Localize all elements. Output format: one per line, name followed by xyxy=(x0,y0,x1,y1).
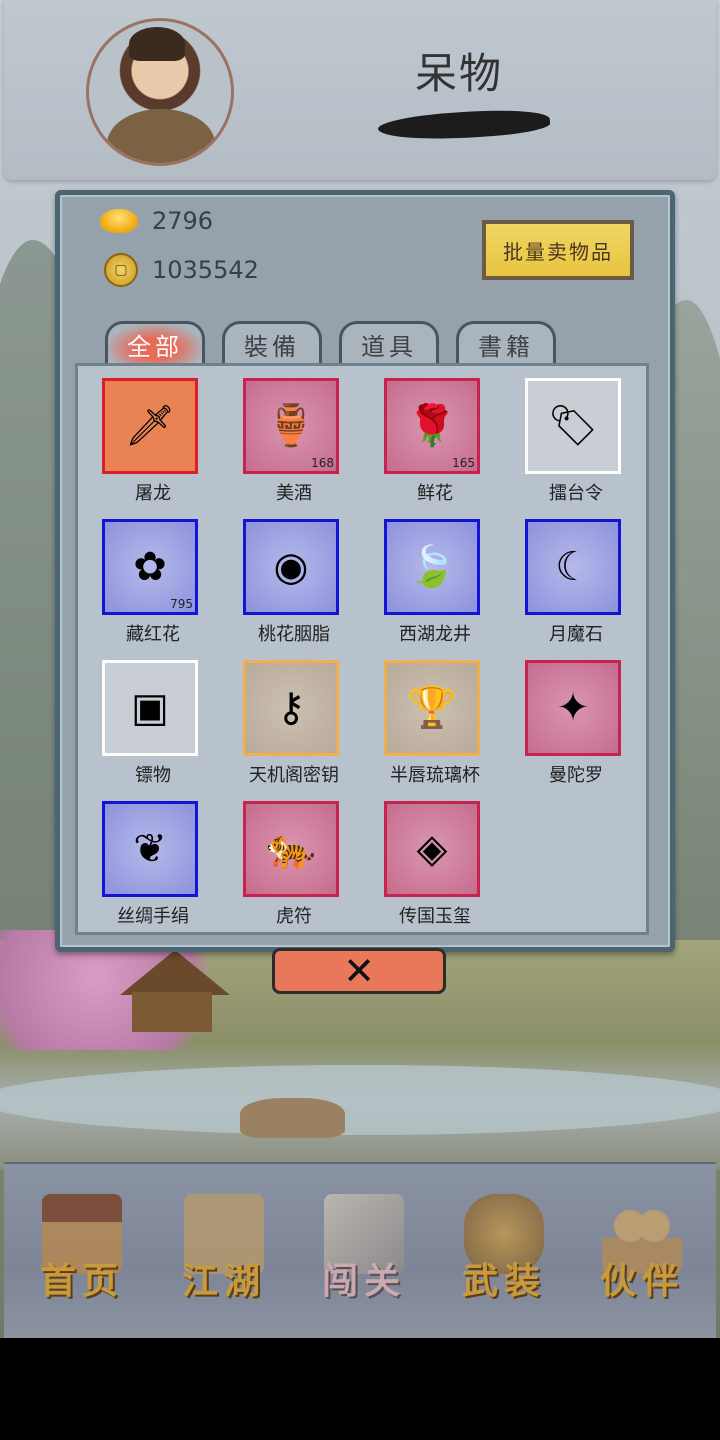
inventory-item[interactable]: 🌹 165 鲜花 xyxy=(384,378,480,504)
coin-row: ▢ 1035542 xyxy=(100,253,259,287)
item-name: 藏红花 xyxy=(126,624,180,645)
inventory-item[interactable]: 🏺 168 美酒 xyxy=(243,378,339,504)
token-icon: 🏷 xyxy=(547,403,599,449)
cup-icon: 🏆 xyxy=(407,685,457,731)
inventory-item[interactable]: 🍃 西湖龙井 xyxy=(384,519,480,645)
nav-armory[interactable]: 武装 xyxy=(444,1184,564,1324)
box-icon: ▣ xyxy=(131,685,169,731)
sword-icon: 🗡 xyxy=(124,403,176,449)
rose-icon: 🌹 xyxy=(407,403,457,449)
tab-all[interactable]: 全部 xyxy=(105,321,205,365)
nav-companions[interactable]: 伙伴 xyxy=(582,1184,702,1324)
item-name: 屠龙 xyxy=(135,483,171,504)
item-name: 镖物 xyxy=(135,765,171,786)
nav-challenge-label: 闯关 xyxy=(321,1260,406,1302)
nav-armory-label: 武装 xyxy=(461,1260,546,1302)
close-button[interactable]: ✕ xyxy=(272,948,446,994)
coin-value: 1035542 xyxy=(152,256,259,284)
flower-icon: ✿ xyxy=(133,544,167,590)
item-name: 虎符 xyxy=(276,906,312,927)
silk-icon: ❦ xyxy=(133,826,167,872)
item-quantity: 795 xyxy=(170,597,193,611)
player-header: 呆物 xyxy=(4,0,716,180)
background-river xyxy=(0,1065,720,1135)
tea-icon: 🍃 xyxy=(407,544,457,590)
inventory-tabs: 全部 裝備 道具 書籍 xyxy=(105,321,573,365)
inventory-item[interactable]: ◈ 传国玉玺 xyxy=(384,801,480,927)
inventory-item[interactable]: 🏆 半唇琉璃杯 xyxy=(384,660,480,786)
key-icon: ⚷ xyxy=(276,685,306,731)
nav-home[interactable]: 首页 xyxy=(22,1184,142,1324)
inventory-item[interactable]: ✿ 795 藏红花 xyxy=(102,519,198,645)
item-name: 擂台令 xyxy=(549,483,603,504)
item-quantity: 168 xyxy=(311,456,334,470)
crystal-flower-icon: ✦ xyxy=(556,685,590,731)
game-screen: 呆物 2796 ▢ 1035542 批量卖物品 全部 裝備 道具 書籍 🗡 屠龙 🏺… xyxy=(0,0,720,1338)
tab-equipment[interactable]: 裝備 xyxy=(222,321,322,365)
inventory-item[interactable]: 🗡 屠龙 xyxy=(102,378,198,504)
gold-ingot-value: 2796 xyxy=(152,207,214,235)
inventory-item[interactable]: ❦ 丝绸手绢 xyxy=(102,801,198,927)
batch-sell-button[interactable]: 批量卖物品 xyxy=(482,220,634,280)
nav-home-label: 首页 xyxy=(39,1260,124,1302)
item-grid-area: 🗡 屠龙 🏺 168 美酒 🌹 165 鲜花 🏷 擂台令 ✿ 795 藏红花 ◉ 桃花胭脂 🍃 西湖龙井 ☾ 月魔石… xyxy=(75,363,649,935)
player-name: 呆物 xyxy=(414,49,503,98)
nav-companions-label: 伙伴 xyxy=(599,1260,684,1302)
inventory-item[interactable]: 🏷 擂台令 xyxy=(525,378,621,504)
inventory-item[interactable]: ◉ 桃花胭脂 xyxy=(243,519,339,645)
moon-stone-icon: ☾ xyxy=(555,544,591,590)
rouge-icon: ◉ xyxy=(273,544,309,590)
player-avatar[interactable] xyxy=(86,18,234,166)
tab-books[interactable]: 書籍 xyxy=(456,321,556,365)
item-quantity: 165 xyxy=(452,456,475,470)
item-name: 曼陀罗 xyxy=(549,765,603,786)
item-name: 西湖龙井 xyxy=(399,624,471,645)
bottom-navigation: 首页 江湖 闯关 武装 伙伴 xyxy=(4,1162,716,1338)
inventory-item[interactable]: ▣ 镖物 xyxy=(102,660,198,786)
gold-ingot-icon xyxy=(100,209,138,233)
item-name: 月魔石 xyxy=(549,624,603,645)
inventory-panel: 2796 ▢ 1035542 批量卖物品 全部 裝備 道具 書籍 🗡 屠龙 🏺 168… xyxy=(55,190,675,952)
item-name: 半唇琉璃杯 xyxy=(390,765,480,786)
coin-icon: ▢ xyxy=(104,253,138,287)
nav-jianghu[interactable]: 江湖 xyxy=(164,1184,284,1324)
item-grid: 🗡 屠龙 🏺 168 美酒 🌹 165 鲜花 🏷 擂台令 ✿ 795 藏红花 ◉ 桃花胭脂 🍃 西湖龙井 ☾ 月魔石… xyxy=(102,378,621,927)
wine-jar-icon: 🏺 xyxy=(266,403,316,449)
background-hut xyxy=(120,950,230,1035)
tiger-tally-icon: 🐅 xyxy=(266,826,316,872)
item-name: 传国玉玺 xyxy=(399,906,471,927)
item-name: 鲜花 xyxy=(417,483,453,504)
inventory-item[interactable]: ✦ 曼陀罗 xyxy=(525,660,621,786)
jade-seal-icon: ◈ xyxy=(416,826,448,872)
item-name: 美酒 xyxy=(276,483,312,504)
nav-jianghu-label: 江湖 xyxy=(181,1260,266,1302)
item-name: 天机阁密钥 xyxy=(249,765,339,786)
brush-stroke-decoration xyxy=(377,106,551,144)
nav-challenge[interactable]: 闯关 xyxy=(304,1184,424,1324)
background-rock xyxy=(240,1098,345,1138)
item-name: 桃花胭脂 xyxy=(258,624,330,645)
gold-ingot-row: 2796 xyxy=(100,207,213,235)
inventory-item[interactable]: ⚷ 天机阁密钥 xyxy=(243,660,339,786)
inventory-item[interactable]: 🐅 虎符 xyxy=(243,801,339,927)
close-icon: ✕ xyxy=(343,949,375,993)
inventory-item[interactable]: ☾ 月魔石 xyxy=(525,519,621,645)
tab-props[interactable]: 道具 xyxy=(339,321,439,365)
item-name: 丝绸手绢 xyxy=(117,906,189,927)
